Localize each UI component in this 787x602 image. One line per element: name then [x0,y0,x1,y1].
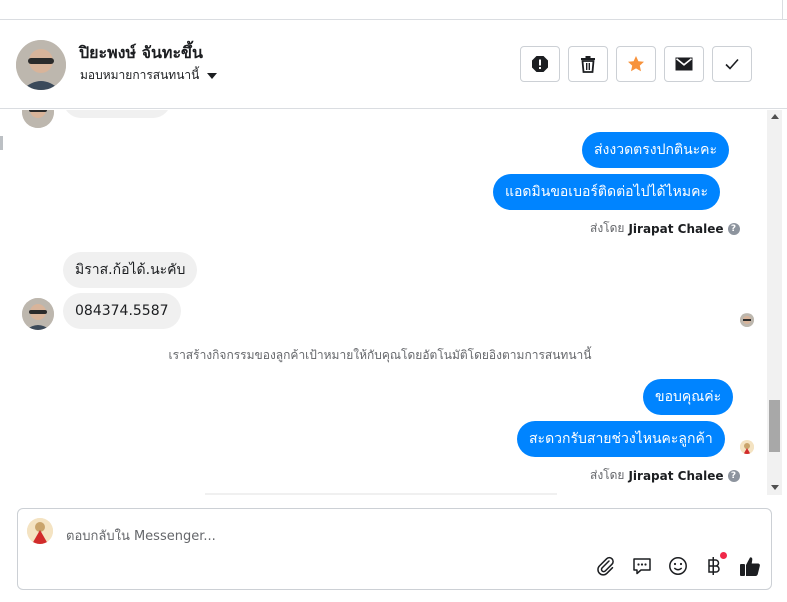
message-bubble-outgoing[interactable]: ขอบคุณค่ะ [643,379,734,415]
message-bubble-incoming-partial[interactable] [63,110,171,118]
mail-icon [675,57,693,71]
contact-avatar[interactable] [16,40,66,90]
page-avatar [27,518,53,544]
assign-label: มอบหมายการสนทนานี้ [80,68,200,82]
message-bubble-outgoing[interactable]: สะดวกรับสายช่วงไหนคะลูกค้า [517,421,725,457]
mark-spam-button[interactable] [520,46,560,82]
emoji-button[interactable] [667,555,689,577]
sent-by-label: ส่งโดย Jirapat Chalee ? [590,219,740,238]
emoji-icon [669,557,687,575]
delete-button[interactable] [568,46,608,82]
sender-avatar [740,440,754,454]
mark-unread-button[interactable] [664,46,704,82]
message-bubble-incoming[interactable]: มิราส.ก้อได้.นะคับ [63,252,198,288]
sent-by-prefix: ส่งโดย [590,221,625,235]
reply-input[interactable]: ตอบกลับใน Messenger... [66,525,216,546]
message-bubble-incoming[interactable]: 084374.5587 [63,293,181,329]
caret-down-icon [207,72,218,79]
help-icon[interactable]: ? [727,222,740,235]
message-bubble-outgoing[interactable]: แอดมินขอเบอร์ติดต่อไปได้ไหมคะ [493,174,721,210]
message-thread: ส่งงวดตรงปกตินะคะ แอดมินขอเบอร์ติดต่อไปไ… [0,110,787,495]
payment-button[interactable] [703,552,727,577]
scroll-down-arrow-icon[interactable] [771,485,779,490]
thread-scrollbar[interactable] [767,110,782,495]
sender-name[interactable]: Jirapat Chalee [628,469,723,483]
contact-avatar-small [22,110,54,128]
like-icon [740,557,760,576]
sent-by-prefix: ส่งโดย [590,468,625,482]
message-bubble-outgoing[interactable]: ส่งงวดตรงปกตินะคะ [582,132,730,168]
saved-replies-button[interactable] [631,555,653,577]
contact-name[interactable]: ปิยะพงษ์ จันทะขึ้น [79,41,203,66]
divider [205,493,557,495]
spam-icon [532,56,548,72]
attachment-icon [597,556,614,576]
help-icon[interactable]: ? [727,469,740,482]
check-icon [725,58,739,70]
scroll-thumb[interactable] [769,400,780,452]
seen-by-avatar [740,313,754,327]
payment-icon [708,557,720,575]
saved-reply-icon [633,558,651,575]
mark-done-button[interactable] [712,46,752,82]
header-actions [520,46,752,82]
system-notice: เราสร้างกิจกรรมของลูกค้าเป้าหมายให้กับคุ… [168,348,592,362]
star-icon [628,56,644,72]
star-button[interactable] [616,46,656,82]
reply-composer: ตอบกลับใน Messenger... [17,508,772,590]
assign-conversation-dropdown[interactable]: มอบหมายการสนทนานี้ [80,66,218,85]
sent-by-label: ส่งโดย Jirapat Chalee ? [590,466,740,485]
left-edge-marker [0,136,3,150]
scroll-up-arrow-icon[interactable] [771,114,779,119]
conversation-header: ปิยะพงษ์ จันทะขึ้น มอบหมายการสนทนานี้ [0,21,787,109]
sender-name[interactable]: Jirapat Chalee [628,222,723,236]
attach-button[interactable] [595,555,617,577]
top-strip [0,0,787,20]
notification-dot [720,552,727,559]
contact-avatar-small [22,298,54,330]
trash-icon [581,56,595,73]
like-button[interactable] [739,555,761,577]
composer-tools [595,552,761,577]
